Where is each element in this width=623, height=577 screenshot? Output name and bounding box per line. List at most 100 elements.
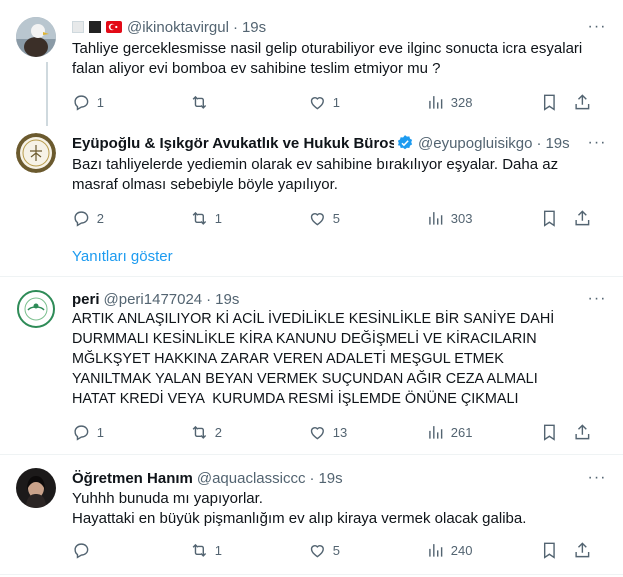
retweet-button[interactable]: 1 [190,541,229,560]
retweet-count: 2 [214,424,222,440]
view-count: 303 [450,210,473,226]
views-chart-icon [429,543,443,557]
avatar[interactable] [16,133,56,173]
avatar[interactable] [16,289,56,329]
separator-dot: · [536,134,542,152]
share-button[interactable] [573,423,592,442]
like-count: 1 [332,94,340,110]
more-options-button[interactable]: ··· [587,289,607,309]
reply-button[interactable] [72,541,111,560]
tweet-ikinoktavirgul[interactable]: @ikinoktavirgul · 19s ··· Tahliye gercek… [16,17,607,117]
views-chart-icon [429,211,443,225]
reply-button[interactable]: 1 [72,93,111,112]
tweet-aquaclassiccc[interactable]: Öğretmen Hanım @aquaclassiccc · 19s ··· … [16,468,607,568]
like-count: 5 [332,542,340,558]
tweet-text: Bazı tahliyelerde yediemin olarak ev sah… [72,156,563,193]
view-count: 261 [450,424,473,440]
heart-icon [310,426,324,440]
views-button[interactable]: 328 [426,93,472,112]
divider [0,454,623,455]
share-icon [575,209,590,225]
retweet-count: 1 [214,210,222,226]
reply-icon [74,95,89,111]
views-button[interactable]: 261 [426,423,472,442]
timestamp[interactable]: 19s [545,135,569,152]
bookmark-button[interactable] [540,93,559,112]
timestamp[interactable]: 19s [318,470,342,487]
retweet-button[interactable] [190,93,229,112]
white-square-icon [72,21,84,33]
heart-icon [310,544,324,558]
timestamp[interactable]: 19s [242,19,266,36]
like-button[interactable]: 13 [308,423,347,442]
retweet-icon [192,95,207,109]
turkey-flag-icon [106,21,122,33]
share-button[interactable] [573,209,592,228]
views-button[interactable]: 240 [426,541,472,560]
verified-badge-icon [396,134,414,152]
reply-button[interactable]: 2 [72,209,111,228]
more-options-button[interactable]: ··· [587,17,607,37]
separator-dot: · [309,469,315,487]
retweet-icon [192,425,207,439]
retweet-icon [192,543,207,557]
tweet-text: Tahliye gerceklesmisse nasil gelip otura… [72,40,587,77]
reply-icon [74,425,89,441]
tweet-text: Yuhhh bunuda mı yapıyorlar. Hayattaki en… [72,490,527,527]
user-handle[interactable]: @aquaclassiccc [197,470,306,487]
black-square-icon [89,21,101,33]
more-options-button[interactable]: ··· [587,133,607,153]
retweet-button[interactable]: 2 [190,423,229,442]
share-icon [575,541,590,557]
reply-count: 2 [96,210,104,226]
share-icon [575,93,590,109]
tweet-text: ARTIK ANLAŞILIYOR Kİ ACİL İVEDİLİKLE KES… [72,311,559,407]
bookmark-icon [543,94,555,111]
bookmark-icon [543,210,555,227]
bookmark-icon [543,542,555,559]
bookmark-button[interactable] [540,209,559,228]
tweet-peri1477024[interactable]: peri @peri1477024 · 19s ··· ARTIK ANLAŞI… [16,289,607,444]
retweet-button[interactable]: 1 [190,209,229,228]
avatar[interactable] [16,468,56,508]
share-button[interactable] [573,541,592,560]
show-replies-link[interactable]: Yanıtları göster [72,248,173,265]
more-options-button[interactable]: ··· [587,468,607,488]
like-count: 13 [332,424,348,440]
user-handle[interactable]: @peri1477024 [104,291,203,308]
retweet-count: 1 [214,542,222,558]
reply-count: 1 [96,424,104,440]
like-button[interactable]: 5 [308,541,347,560]
separator-dot: · [206,290,212,308]
avatar[interactable] [16,17,56,57]
view-count: 328 [450,94,473,110]
views-button[interactable]: 303 [426,209,472,228]
reply-button[interactable]: 1 [72,423,111,442]
reply-count: 1 [96,94,104,110]
views-chart-icon [429,95,443,109]
like-count: 5 [332,210,340,226]
share-icon [575,423,590,439]
views-chart-icon [429,425,443,439]
like-button[interactable]: 5 [308,209,347,228]
tweet-eyupogluisikgo[interactable]: Eyüpoğlu & Işıkgör Avukatlık ve Hukuk Bü… [16,133,607,233]
reply-icon [74,543,89,559]
like-button[interactable]: 1 [308,93,347,112]
timestamp[interactable]: 19s [215,291,239,308]
bookmark-button[interactable] [540,541,559,560]
share-button[interactable] [573,93,592,112]
display-name[interactable]: Eyüpoğlu & Işıkgör Avukatlık ve Hukuk Bü… [72,135,394,152]
divider [0,276,623,277]
heart-icon [310,96,324,110]
reply-icon [74,211,89,227]
bookmark-icon [543,424,555,441]
user-handle[interactable]: @ikinoktavirgul [127,19,229,36]
heart-icon [310,212,324,226]
retweet-icon [192,211,207,225]
display-name[interactable]: Öğretmen Hanım [72,470,193,487]
display-name[interactable]: peri [72,291,100,308]
bookmark-button[interactable] [540,423,559,442]
view-count: 240 [450,542,473,558]
separator-dot: · [232,18,238,36]
user-handle[interactable]: @eyupogluisikgo [418,135,532,152]
